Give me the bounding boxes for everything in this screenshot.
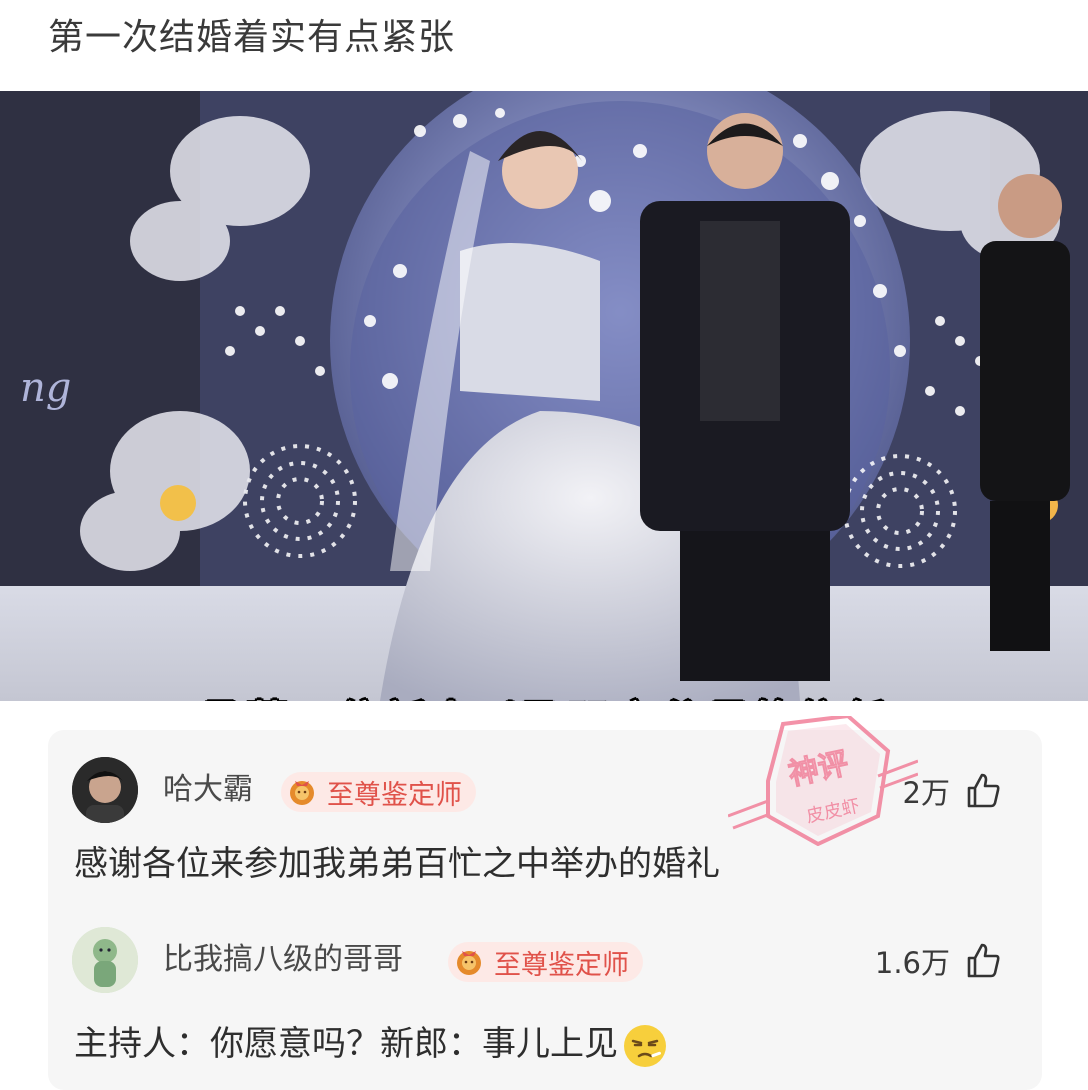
video-frame: ng [0,91,1088,701]
badge[interactable]: 至尊鉴定师 [281,772,476,812]
smirk-emoji-icon [624,1024,666,1067]
comment-text: 主持人：你愿意吗？新郎：事儿上见 [74,1024,618,1064]
backdrop-lettering: ng [20,365,71,411]
comment-section: 神评 皮皮虾 哈大霸 至尊鉴定师 2万 感谢各位来参加我弟弟百忙之中举办的婚礼 … [48,716,1042,1090]
badge-label: 至尊鉴定师 [494,949,629,981]
badge-label: 至尊鉴定师 [327,779,462,811]
like-count: 1.6万 [874,946,950,980]
comment-text: 感谢各位来参加我弟弟百忙之中举办的婚礼 [74,844,720,884]
comment-text-row: 主持人：你愿意吗？新郎：事儿上见 [74,1020,668,1069]
like-count: 2万 [902,776,950,810]
like-button[interactable]: 1.6万 [875,940,1002,982]
video-player[interactable]: ng 承蒙二位新人以及双方父母的信任 [0,91,1088,701]
stamp-icon: 神评 皮皮虾 [728,716,918,846]
username[interactable]: 比我搞八级的哥哥 [163,940,403,980]
lion-badge-icon [290,781,314,805]
thumbs-up-icon [967,943,1000,978]
video-subtitle: 承蒙二位新人以及双方父母的信任 [0,687,1088,701]
avatar[interactable] [72,927,138,993]
avatar[interactable] [72,757,138,823]
like-button[interactable]: 2万 [903,770,1002,812]
post-title: 第一次结婚着实有点紧张 [48,17,456,58]
thumbs-up-icon [967,773,1000,808]
badge[interactable]: 至尊鉴定师 [448,942,643,982]
lion-badge-icon [457,951,481,975]
username[interactable]: 哈大霸 [163,770,253,810]
